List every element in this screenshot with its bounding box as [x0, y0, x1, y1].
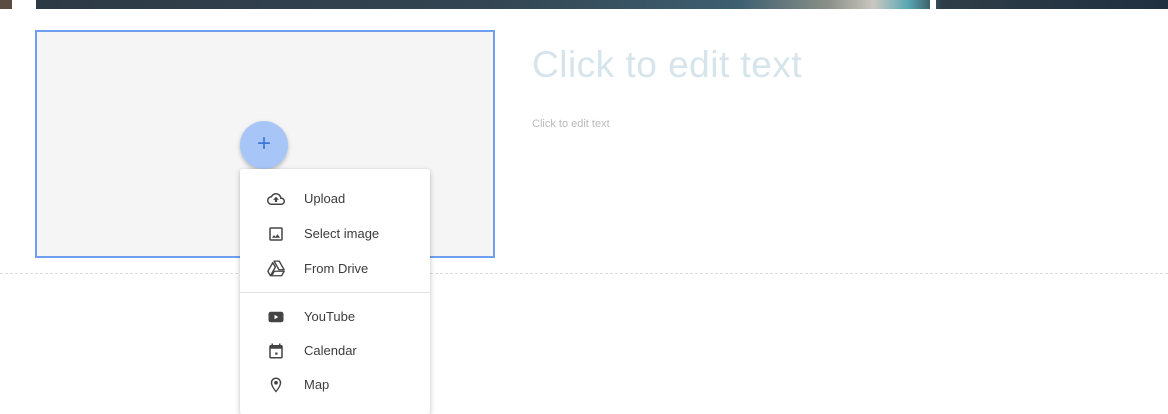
- header-image-strip: [0, 0, 1168, 10]
- cloud-upload-icon: [267, 193, 285, 205]
- insert-menu: Upload Select image From Drive YouTube C…: [240, 169, 430, 414]
- menu-item-label: YouTube: [304, 309, 356, 324]
- header-image-band: [36, 0, 1168, 9]
- menu-item-from-drive[interactable]: From Drive: [240, 252, 430, 286]
- add-content-button[interactable]: +: [240, 121, 288, 169]
- menu-item-calendar[interactable]: Calendar: [240, 334, 430, 368]
- calendar-icon: [269, 343, 283, 359]
- menu-item-label: Calendar: [304, 343, 357, 358]
- menu-item-label: From Drive: [304, 261, 369, 276]
- menu-item-label: Map: [304, 377, 330, 392]
- menu-item-youtube[interactable]: YouTube: [240, 300, 430, 334]
- map-pin-icon: [270, 377, 282, 393]
- header-image-edge: [0, 0, 12, 9]
- menu-item-select-image[interactable]: Select image: [240, 217, 430, 251]
- header-gap: [930, 0, 936, 9]
- menu-item-upload[interactable]: Upload: [240, 182, 430, 216]
- google-drive-icon: [267, 260, 285, 277]
- text-heading[interactable]: Click to edit text: [532, 44, 802, 86]
- image-icon: [269, 227, 283, 241]
- header-gap: [12, 0, 36, 9]
- menu-item-label: Select image: [304, 226, 380, 241]
- text-body[interactable]: Click to edit text: [532, 118, 610, 130]
- menu-divider: [240, 292, 430, 293]
- youtube-icon: [268, 311, 284, 323]
- menu-item-map[interactable]: Map: [240, 368, 430, 402]
- section-divider: [0, 273, 1168, 274]
- menu-item-label: Upload: [304, 191, 346, 206]
- plus-icon: +: [256, 130, 271, 157]
